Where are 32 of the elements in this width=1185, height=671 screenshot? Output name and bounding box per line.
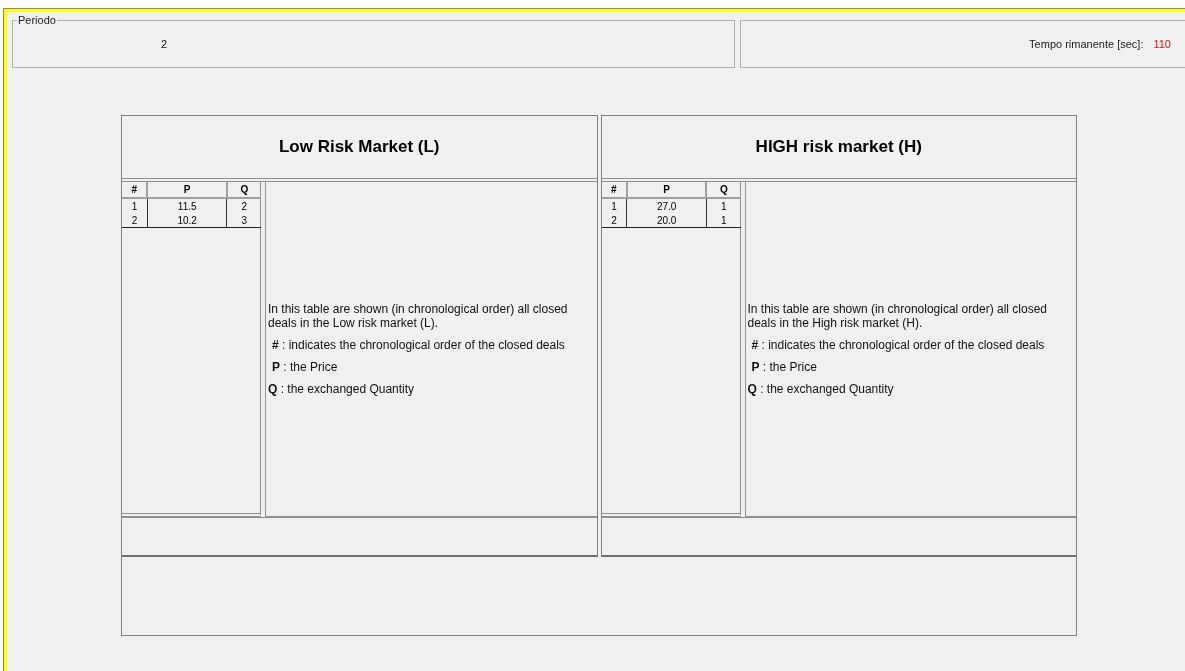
timer-label: Tempo rimanente [sec]: (1029, 38, 1144, 50)
description-text: P : the Price (271, 360, 339, 374)
table-cell: 2 (601, 213, 627, 228)
table-cell: 10.2 (147, 213, 227, 228)
table-cell: 1 (601, 198, 627, 213)
timer-value: 110 (1153, 38, 1171, 50)
description-text: # : indicates the chronological order of the closed deals (271, 338, 566, 352)
table-cell: 3 (226, 213, 261, 228)
column-header: # (601, 182, 627, 198)
description-text: In this table are shown (in chronological order) all closed deals in the Low risk market (L). (268, 302, 569, 330)
column-header: Q (706, 182, 741, 198)
table-cell: 1 (706, 198, 741, 213)
period-value: 2 (161, 37, 168, 50)
market-title: Low Risk Market (L) (278, 137, 440, 157)
description-text: Q : the exchanged Quantity (268, 382, 416, 396)
description-text: Q : the exchanged Quantity (747, 382, 895, 396)
period-label: Periodo (17, 14, 57, 26)
table-cell: 11.5 (147, 198, 227, 213)
table-cell: 2 (226, 198, 261, 213)
description-text: P : the Price (750, 360, 818, 374)
column-header: Q (226, 182, 261, 198)
table-cell: 2 (122, 213, 148, 228)
table-cell: 27.0 (626, 198, 707, 213)
table-cell: 1 (706, 213, 741, 228)
column-header: P (147, 182, 227, 198)
description-text: # : indicates the chronological order of the closed deals (750, 338, 1046, 352)
description-text: In this table are shown (in chronological order) all closed deals in the High risk market (H). (747, 302, 1048, 330)
market-title: HIGH risk market (H) (755, 137, 922, 157)
table-cell: 20.0 (626, 213, 707, 228)
column-header: # (122, 182, 148, 198)
column-header: P (626, 182, 707, 198)
table-cell: 1 (122, 198, 148, 213)
